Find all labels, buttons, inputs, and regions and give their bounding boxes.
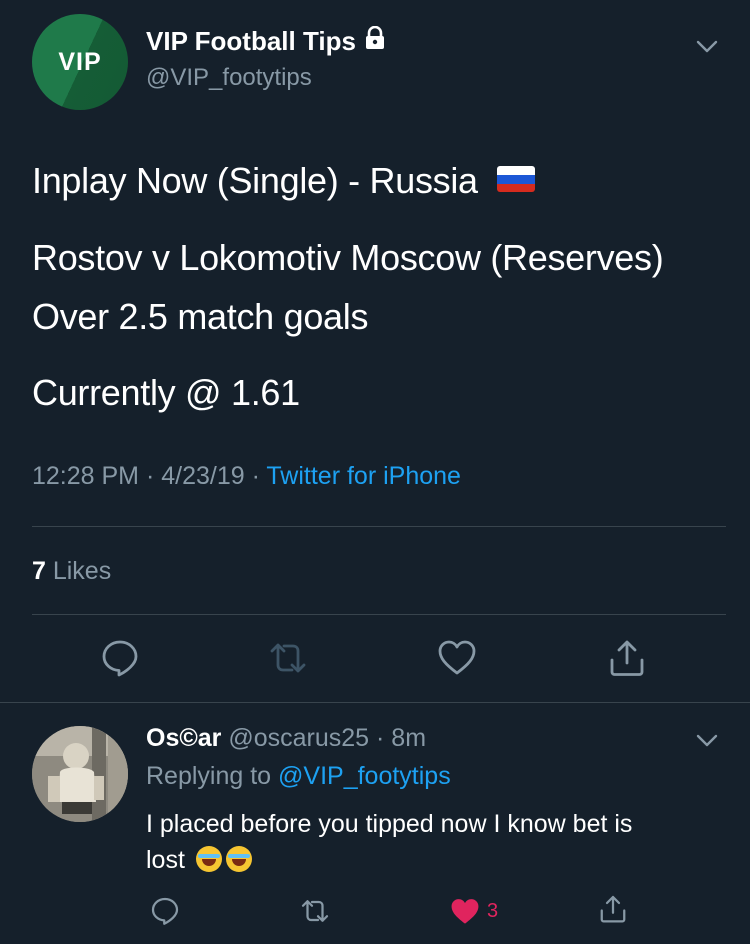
avatar-text: VIP <box>58 47 102 76</box>
retweet-button <box>268 638 308 678</box>
share-icon <box>610 640 644 676</box>
tweet-text-line-4: Currently @ 1.61 <box>32 372 300 413</box>
reply-header: Os©ar @oscarus25 · 8m <box>146 724 426 753</box>
tweet-text-line-1: Inplay Now (Single) - Russia <box>32 160 536 202</box>
author-name[interactable]: VIP Football Tips <box>146 25 386 57</box>
tears-of-joy-emoji <box>195 846 222 873</box>
avatar[interactable]: VIP <box>32 14 128 110</box>
share-button[interactable] <box>598 894 628 924</box>
reply-handle-time: @oscarus25 · 8m <box>221 724 427 752</box>
chevron-down-icon[interactable] <box>696 734 718 753</box>
heart-icon <box>438 640 476 675</box>
share-button[interactable] <box>607 638 647 678</box>
chevron-down-icon[interactable] <box>696 40 718 59</box>
like-button[interactable]: 3 <box>449 896 498 926</box>
reply-button[interactable] <box>100 638 140 678</box>
like-button[interactable] <box>437 638 477 678</box>
reply-text-line-1: I placed before you tipped now I know be… <box>146 810 633 838</box>
reply-avatar[interactable] <box>32 726 128 822</box>
timestamp: 12:28 PM · 4/23/19 · <box>32 462 267 490</box>
replying-handle-link[interactable]: @VIP_footytips <box>278 762 451 790</box>
reply-text-line-2: lost <box>146 846 252 875</box>
avatar-photo <box>32 726 128 822</box>
reply-text: lost <box>146 846 185 874</box>
divider <box>32 614 726 615</box>
tweet-text-line-3: Over 2.5 match goals <box>32 296 369 337</box>
thread-separator <box>0 702 750 703</box>
tweet-meta: 12:28 PM · 4/23/19 · Twitter for iPhone <box>32 462 461 491</box>
divider <box>32 526 726 527</box>
retweet-icon <box>270 643 306 673</box>
russia-flag-icon <box>497 166 536 193</box>
reply-display-name[interactable]: Os©ar <box>146 724 221 752</box>
replying-to: Replying to @VIP_footytips <box>146 762 451 791</box>
handle[interactable]: @VIP_footytips <box>146 64 312 92</box>
share-icon <box>600 895 626 923</box>
retweet-button[interactable] <box>300 896 330 926</box>
reply-button[interactable] <box>150 896 180 926</box>
lock-icon <box>364 25 386 57</box>
retweet-icon <box>301 900 329 922</box>
likes-label: Likes <box>45 557 112 585</box>
display-name[interactable]: VIP Football Tips <box>146 26 356 57</box>
likes-summary[interactable]: 7 Likes <box>32 557 111 586</box>
source-link[interactable]: Twitter for iPhone <box>266 462 461 490</box>
replying-label: Replying to <box>146 762 279 790</box>
like-count: 3 <box>487 899 499 922</box>
reply-icon <box>102 640 138 677</box>
likes-count: 7 <box>32 557 46 585</box>
tweet-line: Inplay Now (Single) - Russia <box>32 160 478 201</box>
tweet-text-line-2: Rostov v Lokomotiv Moscow (Reserves) <box>32 237 664 278</box>
tears-of-joy-emoji <box>225 846 252 873</box>
heart-icon <box>451 899 479 924</box>
reply-icon <box>151 897 179 925</box>
